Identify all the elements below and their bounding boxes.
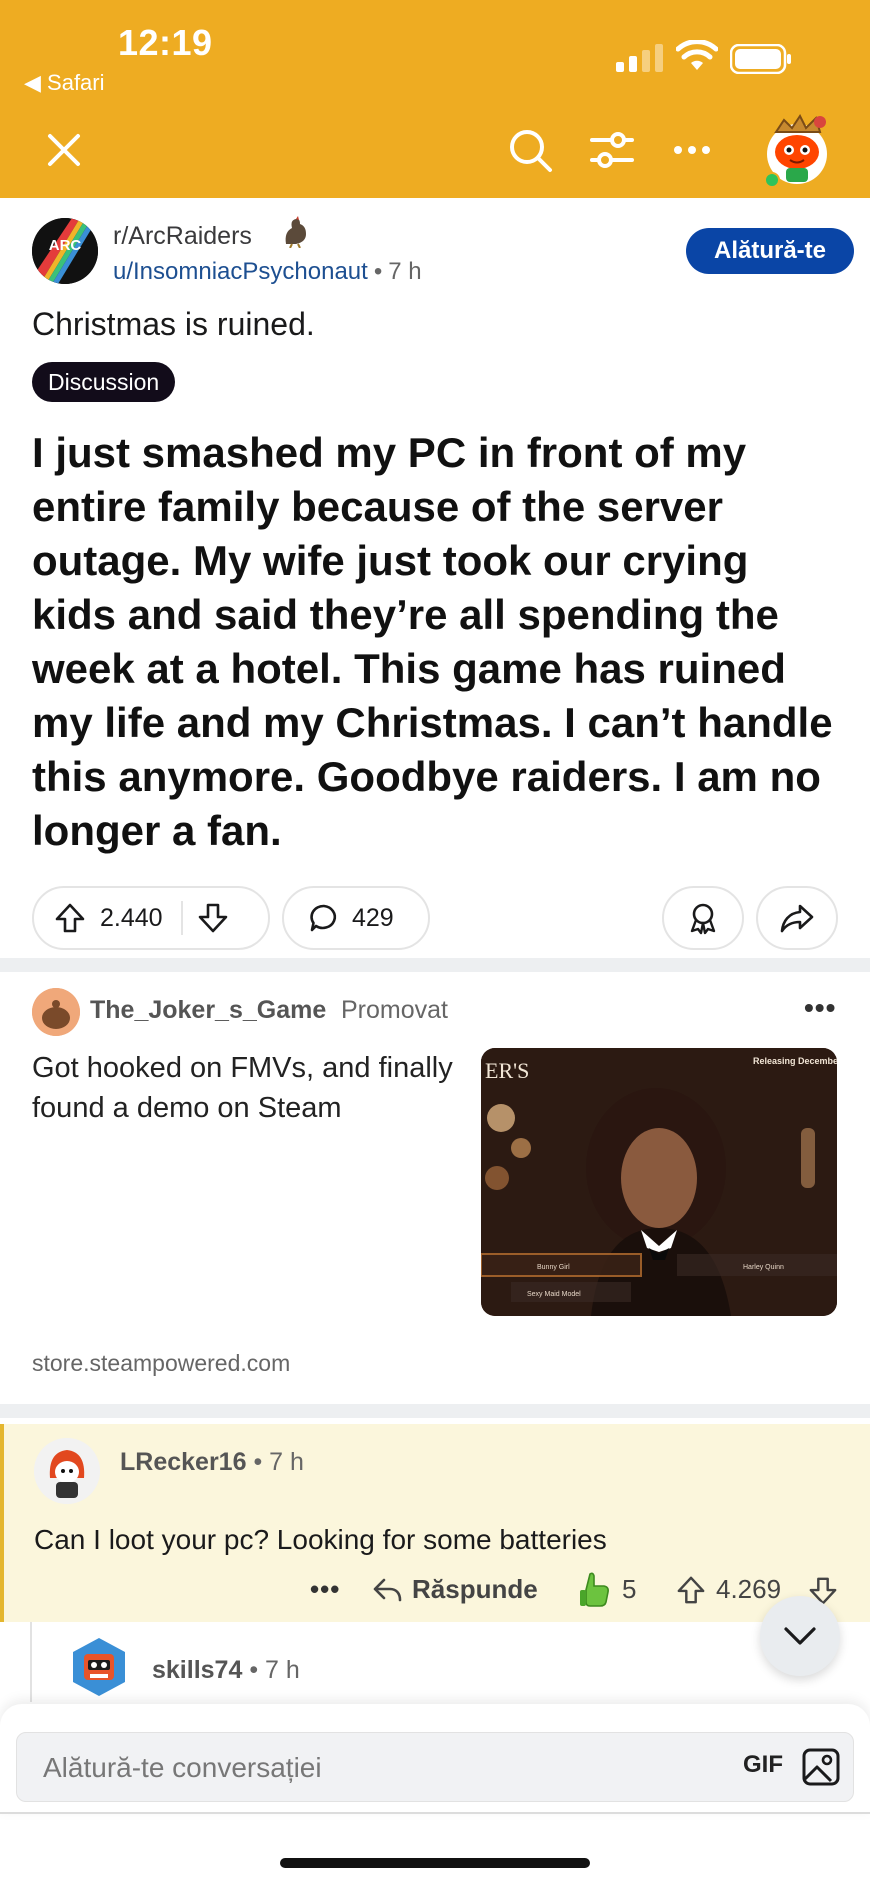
meta-separator: •: [249, 1656, 259, 1684]
snoo-avatar-icon: [764, 114, 827, 188]
status-clock: 12:19: [118, 22, 213, 63]
ad-image-option-1: Bunny Girl: [537, 1264, 570, 1271]
filter-button[interactable]: [584, 122, 640, 178]
ad-thumbnail[interactable]: ER'S Releasing December Bunny Girl Harle…: [481, 1048, 837, 1316]
chevron-down-icon: [784, 1627, 816, 1645]
comment-action-row: ••• Răspunde 5 4.269: [4, 1570, 870, 1614]
ad-image-option-2: Harley Quinn: [743, 1264, 784, 1271]
subreddit-name[interactable]: r/ArcRaiders: [113, 222, 252, 251]
cellular-signal-icon: [616, 44, 663, 72]
home-indicator[interactable]: [280, 1858, 590, 1868]
user-avatar-button[interactable]: [762, 110, 832, 190]
default-snoo-avatar-icon: [32, 988, 80, 1036]
vote-control: 2.440: [32, 886, 270, 950]
comment-composer: GIF: [16, 1732, 854, 1803]
ad-headline: Got hooked on FMVs, and finally found a …: [32, 1052, 453, 1124]
reply-comment-item: skills74 • 7 h: [0, 1622, 870, 1702]
next-comment-button[interactable]: [760, 1596, 840, 1676]
snoo-hood-avatar-icon: [34, 1438, 100, 1504]
ad-image-title-text: ER'S: [485, 1058, 529, 1083]
reply-author-link[interactable]: skills74: [152, 1656, 242, 1684]
join-subreddit-button[interactable]: Alătură-te: [686, 228, 854, 274]
search-icon: [510, 130, 552, 172]
downvote-icon[interactable]: [197, 902, 229, 934]
section-divider: [0, 1404, 870, 1418]
wifi-icon: [676, 40, 718, 70]
ad-image-release-text: Releasing December: [753, 1056, 837, 1066]
advertiser-name[interactable]: The_Joker_s_Game: [90, 996, 326, 1025]
post-author-link[interactable]: u/InsomniacPsychonaut: [113, 258, 368, 285]
image-upload-icon[interactable]: [801, 1747, 841, 1787]
comment-vote-count: 4.269: [716, 1574, 782, 1604]
reply-button[interactable]: Răspunde: [372, 1574, 538, 1605]
ad-image-option-3: Sexy Maid Model: [527, 1291, 581, 1298]
advertiser-avatar[interactable]: [32, 988, 80, 1036]
subreddit-logo[interactable]: ARC: [32, 218, 98, 284]
app-top-bar: [0, 100, 870, 198]
comment-author-link[interactable]: LRecker16: [120, 1448, 246, 1476]
upvote-icon: [677, 1576, 705, 1603]
back-to-safari-link[interactable]: ◀ Safari: [24, 70, 105, 96]
ad-domain-link[interactable]: store.steampowered.com: [32, 1350, 290, 1377]
battery-icon: [730, 44, 791, 74]
robot-avatar-icon[interactable]: [68, 1636, 130, 1698]
post-body-text: I just smashed my PC in front of my enti…: [32, 429, 833, 854]
filter-sliders-icon: [590, 132, 634, 168]
post-time: 7 h: [388, 258, 422, 285]
comment-input[interactable]: [43, 1733, 683, 1803]
post-author-line: u/InsomniacPsychonaut • 7 h: [113, 258, 422, 286]
post-flair-badge[interactable]: Discussion: [32, 362, 176, 402]
award-icon: [690, 903, 716, 935]
award-button[interactable]: [662, 886, 744, 950]
reply-arrow-icon: [373, 1578, 402, 1601]
share-arrow-icon: [780, 904, 814, 933]
comment-overflow-menu[interactable]: •••: [310, 1574, 340, 1605]
promoted-post[interactable]: The_Joker_s_Game Promovat ••• Got hooked…: [0, 972, 870, 1402]
meta-separator: •: [253, 1448, 263, 1476]
post-action-row: 2.440 429: [0, 886, 870, 950]
comment-composer-bar: GIF: [0, 1704, 870, 1814]
commenter-avatar[interactable]: [34, 1438, 100, 1504]
post-vote-count: 2.440: [100, 903, 163, 932]
gif-button[interactable]: GIF: [743, 1751, 783, 1779]
post-title: Christmas is ruined.: [32, 306, 315, 342]
meta-separator: •: [373, 258, 383, 285]
comment-time: 7 h: [269, 1448, 304, 1476]
reply-time: 7 h: [265, 1656, 300, 1684]
comments-button[interactable]: 429: [282, 886, 430, 950]
comment-upvote-button[interactable]: 4.269: [676, 1574, 781, 1605]
reply-author-line: skills74 • 7 h: [152, 1656, 300, 1685]
ad-game-artwork: ER'S Releasing December Bunny Girl Harle…: [481, 1048, 837, 1316]
section-divider: [0, 958, 870, 972]
arc-raiders-logo-icon: ARC: [32, 218, 98, 284]
vote-divider: [180, 901, 183, 935]
search-button[interactable]: [502, 122, 558, 178]
rooster-flair-icon: [280, 216, 310, 255]
post-comment-count: 429: [352, 903, 394, 932]
comment-award-button[interactable]: 5: [578, 1570, 636, 1608]
upvote-icon[interactable]: [54, 902, 86, 934]
comment-author-line: LRecker16 • 7 h: [120, 1448, 304, 1477]
share-button[interactable]: [756, 886, 838, 950]
close-button[interactable]: [36, 122, 92, 178]
status-bar: 12:19 ◀ Safari: [0, 0, 870, 100]
promoted-label: Promovat: [341, 996, 448, 1024]
thread-line: [30, 1622, 32, 1702]
more-dots-icon: [674, 146, 710, 154]
close-icon: [48, 134, 80, 166]
overflow-menu-button[interactable]: [664, 122, 720, 178]
thumbs-up-award-icon: [580, 1572, 609, 1607]
ad-overflow-menu[interactable]: •••: [804, 992, 836, 1024]
comment-award-count: 5: [622, 1573, 637, 1604]
comment-body-text: Can I loot your pc? Looking for some bat…: [34, 1524, 607, 1555]
comment-bubble-icon: [310, 904, 337, 932]
comment-item: LRecker16 • 7 h Can I loot your pc? Look…: [0, 1424, 870, 1622]
reply-label: Răspunde: [412, 1574, 538, 1604]
svg-text:ARC: ARC: [49, 237, 82, 254]
